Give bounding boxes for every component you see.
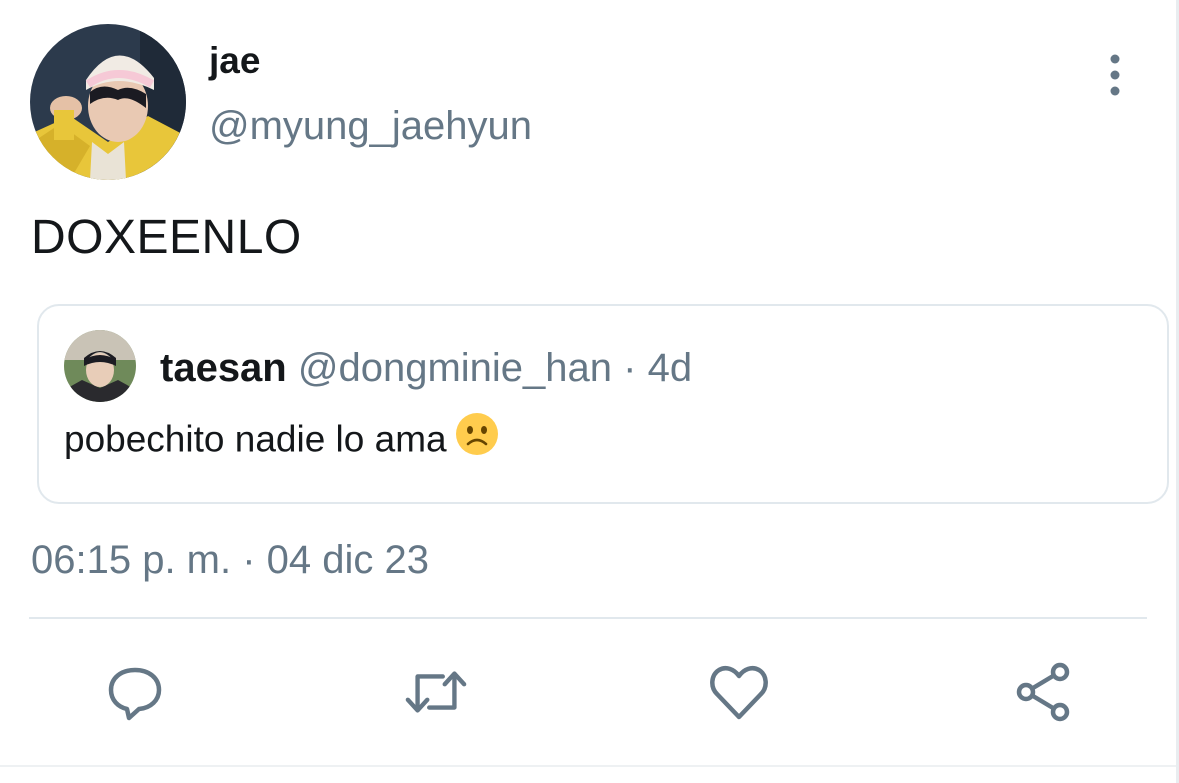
more-vertical-icon[interactable]: [1104, 54, 1126, 96]
share-icon: [1016, 662, 1070, 722]
quoted-author-avatar[interactable]: [64, 330, 136, 402]
quoted-age: 4d: [647, 346, 693, 390]
quoted-tweet-text-content: pobechito nadie lo ama: [64, 418, 447, 460]
retweet-button[interactable]: [404, 660, 468, 724]
quoted-tweet-card[interactable]: taesan @dongminie_han · 4d pobechito nad…: [37, 304, 1169, 504]
quoted-display-name[interactable]: taesan: [160, 346, 287, 390]
quoted-tweet-header: taesan @dongminie_han · 4d: [160, 346, 692, 391]
like-button[interactable]: [707, 660, 771, 724]
author-avatar[interactable]: [30, 24, 186, 180]
quoted-handle[interactable]: @dongminie_han: [298, 346, 612, 390]
tweet-text: DOXEENLO: [31, 211, 302, 264]
author-display-name[interactable]: jae: [209, 40, 260, 82]
quoted-avatar-image: [64, 330, 136, 402]
quoted-tweet-text: pobechito nadie lo ama: [64, 413, 499, 465]
divider: [29, 617, 1147, 619]
author-handle[interactable]: @myung_jaehyun: [209, 104, 532, 149]
reply-icon: [108, 667, 162, 721]
slightly-frowning-face-icon: [455, 412, 499, 465]
reply-button[interactable]: [103, 660, 167, 724]
heart-icon: [710, 666, 768, 720]
tweet-timestamp: 06:15 p. m. · 04 dic 23: [31, 538, 430, 582]
retweet-icon: [405, 671, 467, 713]
bottom-divider: [0, 765, 1176, 767]
quoted-separator: ·: [612, 346, 648, 390]
author-avatar-image: [30, 24, 186, 180]
share-button[interactable]: [1011, 660, 1075, 724]
